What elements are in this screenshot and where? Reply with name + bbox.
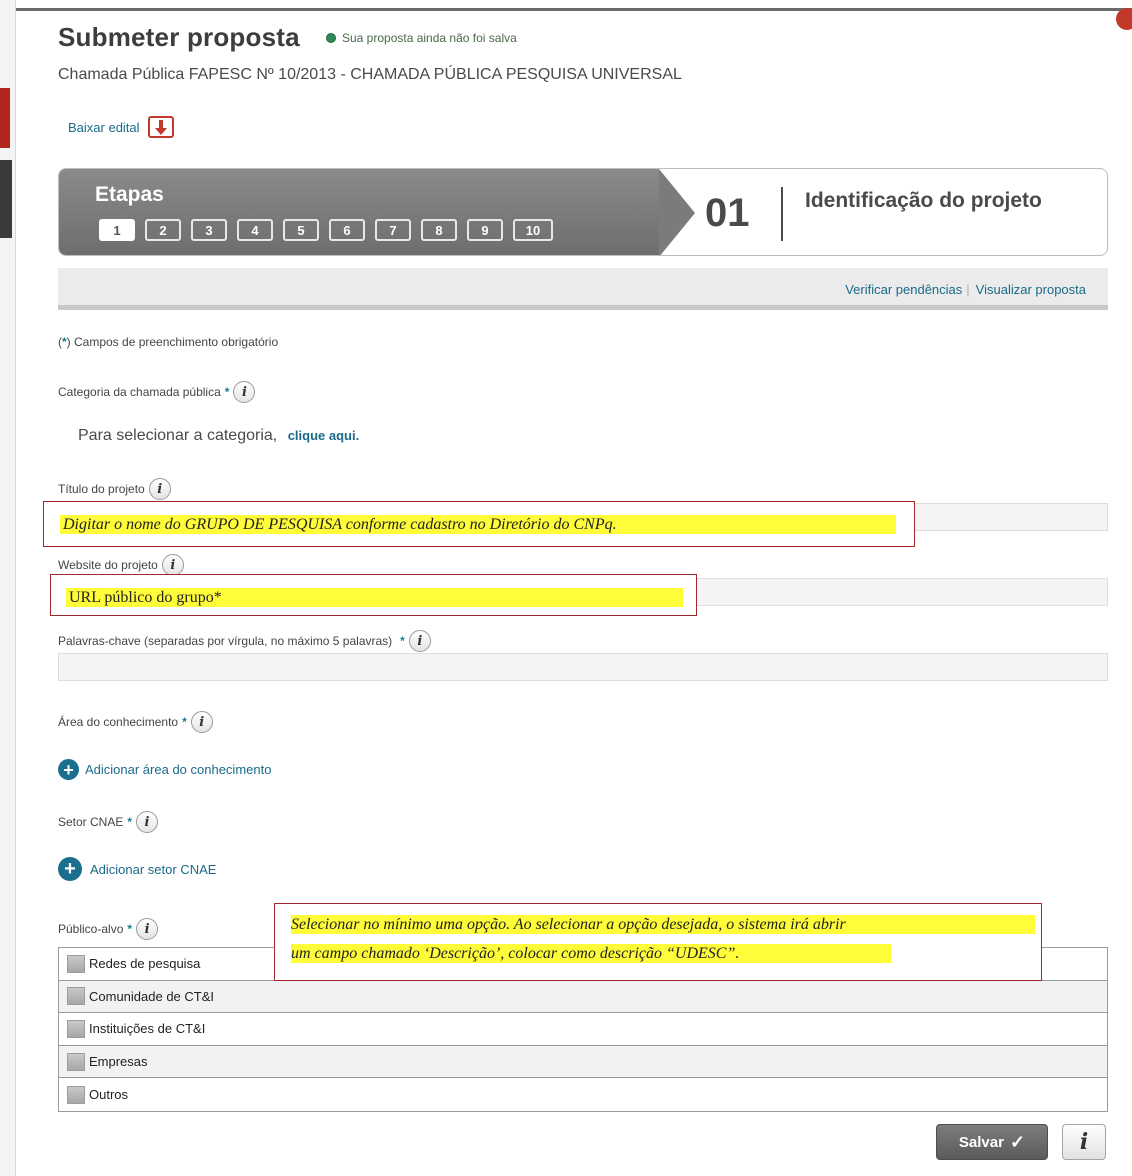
audience-option[interactable]: Instituições de CT&I (59, 1013, 1107, 1046)
category-label: Categoria da chamada pública * i (58, 381, 256, 403)
step-5-button[interactable]: 5 (283, 219, 319, 241)
required-star: * (400, 634, 405, 648)
keywords-input[interactable] (58, 653, 1108, 681)
step-1-button[interactable]: 1 (99, 219, 135, 241)
call-subtitle: Chamada Pública FAPESC Nº 10/2013 - CHAM… (58, 66, 682, 83)
info-icon[interactable]: i (136, 918, 159, 940)
step-7-button[interactable]: 7 (375, 219, 411, 241)
keywords-label: Palavras-chave (separadas por vírgula, n… (58, 630, 431, 652)
required-star: * (224, 385, 230, 399)
download-label[interactable]: Baixar edital (68, 120, 140, 135)
info-button[interactable]: i (1062, 1124, 1106, 1160)
audience-option[interactable]: Comunidade de CT&I (59, 980, 1107, 1014)
knowledge-area-label: Área do conhecimento * i (58, 711, 213, 733)
audience-option[interactable]: Empresas (59, 1045, 1107, 1079)
action-links: Verificar pendências | Visualizar proposta (845, 282, 1086, 297)
info-icon[interactable]: i (408, 630, 431, 652)
website-label: Website do projeto i (58, 554, 184, 576)
step-4-button[interactable]: 4 (237, 219, 273, 241)
window-top-border (0, 8, 1132, 11)
title-annotation-text: Digitar o nome do GRUPO DE PESQUISA conf… (60, 515, 896, 534)
checkbox[interactable] (67, 1085, 85, 1104)
steps-panel: Etapas 1 2 3 4 5 6 7 8 9 10 (59, 169, 659, 255)
audience-annotation-line-1: Selecionar no mínimo uma opção. Ao selec… (291, 915, 1035, 934)
select-category-link[interactable]: clique aqui. (288, 428, 360, 443)
save-button[interactable]: Salvar ✓ (936, 1124, 1048, 1160)
add-knowledge-area-link[interactable]: + Adicionar área do conhecimento (58, 759, 271, 780)
background-dark-block (0, 160, 12, 238)
background-red-block (0, 88, 10, 148)
step-divider (781, 187, 783, 241)
current-step-name: Identificação do projeto (805, 189, 1042, 212)
target-audience-label: Público-alvo * i (58, 918, 159, 940)
view-proposal-link[interactable]: Visualizar proposta (976, 282, 1086, 297)
info-icon[interactable]: i (190, 711, 213, 733)
step-10-button[interactable]: 10 (513, 219, 553, 241)
check-pending-link[interactable]: Verificar pendências (845, 282, 962, 297)
title-label: Título do projeto i (58, 478, 171, 500)
steps-banner: Etapas 1 2 3 4 5 6 7 8 9 10 01 Identific… (58, 168, 1108, 256)
status-dot-icon (326, 33, 336, 43)
steps-arrow-shape (659, 169, 695, 255)
info-icon[interactable]: i (148, 478, 171, 500)
check-icon[interactable]: ✓ (1010, 1132, 1025, 1153)
step-2-button[interactable]: 2 (145, 219, 181, 241)
cnae-sector-label: Setor CNAE * i (58, 811, 159, 833)
link-separator: | (966, 282, 970, 297)
checkbox[interactable] (67, 954, 85, 973)
save-status-text: Sua proposta ainda não foi salva (342, 31, 517, 45)
plus-circle-icon[interactable]: + (58, 759, 79, 780)
step-8-button[interactable]: 8 (421, 219, 457, 241)
action-bar: Verificar pendências | Visualizar proposta (58, 268, 1108, 310)
notification-dot (1116, 8, 1132, 30)
checkbox[interactable] (67, 1019, 85, 1038)
step-list: 1 2 3 4 5 6 7 8 9 10 (99, 219, 553, 241)
checkbox[interactable] (67, 1052, 85, 1071)
step-6-button[interactable]: 6 (329, 219, 365, 241)
info-icon[interactable]: i (161, 554, 184, 576)
audience-annotation-line-2: um campo chamado ‘Descrição’, colocar co… (291, 944, 891, 963)
category-selector: Para selecionar a categoria, clique aqui… (78, 427, 360, 444)
background-page-strip (0, 0, 16, 1176)
download-arrow-icon[interactable] (147, 116, 174, 138)
website-annotation-text: URL público do grupo* (66, 588, 683, 607)
info-icon[interactable]: i (136, 811, 159, 833)
checkbox[interactable] (67, 987, 85, 1006)
step-9-button[interactable]: 9 (467, 219, 503, 241)
required-fields-note: (*) Campos de preenchimento obrigatório (58, 335, 279, 349)
add-cnae-sector-link[interactable]: + Adicionar setor CNAE (58, 857, 216, 881)
required-star: * (182, 715, 187, 729)
save-status: Sua proposta ainda não foi salva (326, 31, 517, 45)
audience-option[interactable]: Outros (59, 1078, 1107, 1111)
required-star: * (127, 922, 133, 936)
page-title: Submeter proposta (58, 22, 300, 52)
required-star: * (127, 815, 133, 829)
info-icon[interactable]: i (233, 381, 256, 403)
current-step-number: 01 (705, 191, 750, 235)
steps-label: Etapas (95, 183, 164, 206)
download-edital-link[interactable]: Baixar edital (68, 116, 174, 138)
step-3-button[interactable]: 3 (191, 219, 227, 241)
plus-circle-icon[interactable]: + (58, 857, 82, 881)
